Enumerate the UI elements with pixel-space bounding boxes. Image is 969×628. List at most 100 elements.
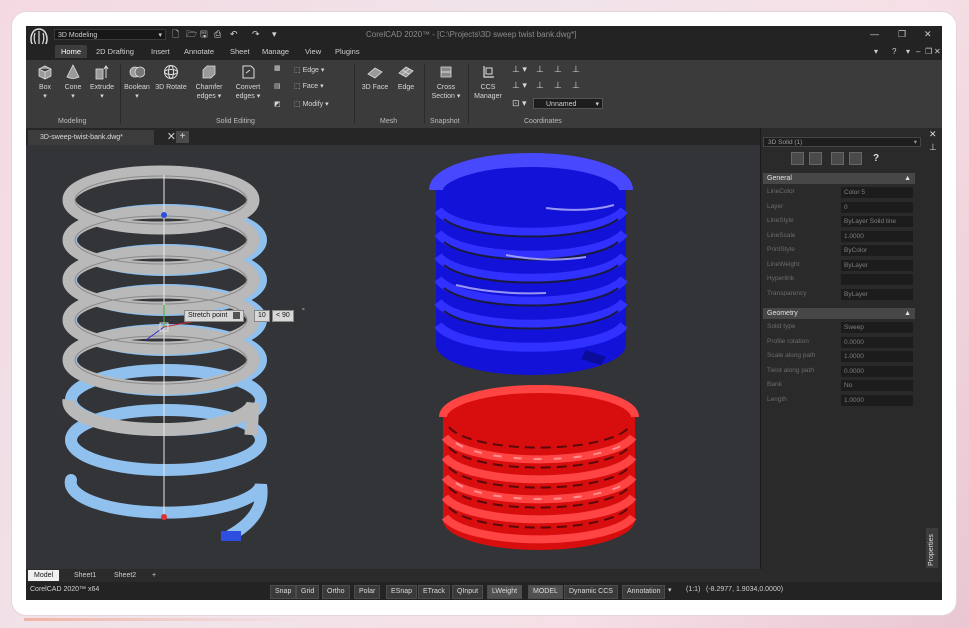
doc-minimize-icon[interactable]: – [916, 47, 920, 56]
new-file-icon[interactable]: 🗋 [172, 29, 179, 40]
top-grip[interactable] [161, 212, 167, 218]
status-toggle-qinput[interactable]: QInput [452, 585, 484, 599]
ribbon-options-icon[interactable]: ▾ [874, 47, 878, 56]
ccs-previous-icon[interactable]: ⊥ [536, 64, 544, 75]
status-toggle-ortho[interactable]: Ortho [322, 585, 350, 599]
redo-icon[interactable]: ↷ [252, 29, 260, 40]
ccs-3point-icon[interactable]: ⊥ [554, 80, 562, 91]
status-toggle-grid[interactable]: Grid [296, 585, 320, 599]
drawing-viewport[interactable]: Stretch point 10 < 90 ° [26, 145, 760, 569]
tab-view[interactable]: View [305, 47, 321, 56]
open-folder-icon[interactable]: 🗁 [186, 29, 197, 40]
property-value[interactable]: Color 5 [841, 187, 913, 198]
ccs-zaxis-icon[interactable]: ⊥ [572, 80, 580, 91]
solid-edit-small-icon-1[interactable]: ▦ [274, 64, 281, 72]
solid-edit-small-icon-3[interactable]: ◩ [274, 100, 281, 108]
solid-edit-small-icon-2[interactable]: ▤ [274, 82, 281, 90]
property-value[interactable]: ByLayer [841, 288, 913, 300]
properties-side-tab[interactable]: Properties [926, 528, 938, 568]
dynamic-input-angle[interactable]: < 90 [272, 310, 294, 322]
select-objects-button[interactable] [809, 152, 822, 165]
workspace-selector[interactable]: 3D Modeling ▾ [54, 29, 166, 40]
general-section-header[interactable]: General ▲ [763, 173, 915, 184]
property-value[interactable]: ByLayer [841, 259, 913, 271]
toggle-pickadd-button[interactable] [831, 152, 844, 165]
ccs-manager-button[interactable]: CCS Manager [472, 64, 504, 101]
3d-face-button[interactable]: 3D Face [360, 64, 390, 92]
status-toggle-dynamic-ccs[interactable]: Dynamic CCS [564, 585, 618, 599]
help-menu-icon[interactable]: ▾ [906, 47, 910, 56]
base-grip[interactable] [161, 514, 167, 520]
property-value[interactable]: 0.0000 [841, 365, 913, 377]
cross-section-button[interactable]: Cross Section ▾ [428, 64, 464, 101]
3d-rotate-button[interactable]: 3D Rotate [154, 64, 188, 92]
quick-select-button[interactable] [791, 152, 804, 165]
tab-sheet2[interactable]: Sheet2 [108, 570, 142, 581]
extrude-button[interactable]: Extrude ▾ [88, 64, 116, 101]
ccs-world-icon[interactable]: ⊥ ▾ [512, 64, 527, 75]
status-toggle-model[interactable]: MODEL [528, 585, 563, 599]
property-value[interactable]: 1.0000 [841, 394, 913, 406]
quick-access-menu-icon[interactable]: ▾ [272, 29, 277, 40]
new-tab-button[interactable]: + [176, 131, 189, 143]
print-icon[interactable]: ⎙ [214, 29, 221, 40]
help-icon[interactable]: ? [892, 47, 896, 56]
doc-restore-icon[interactable]: ❐ [925, 47, 932, 56]
edge-button[interactable]: ⬚ Edge ▾ [294, 66, 324, 74]
status-toggle-annotation[interactable]: Annotation [622, 585, 666, 599]
status-toggle-polar[interactable]: Polar [354, 585, 381, 599]
annotation-menu-icon[interactable]: ▾ [668, 586, 672, 594]
minimize-icon[interactable]: — [870, 29, 879, 39]
undo-icon[interactable]: ↶ [230, 29, 238, 40]
property-value[interactable] [841, 274, 913, 285]
convert-edges-button[interactable]: Convert edges ▾ [230, 64, 266, 101]
property-value[interactable]: No [841, 380, 913, 391]
tab-sheet[interactable]: Sheet [230, 47, 250, 56]
property-value[interactable]: 0 [841, 201, 913, 213]
add-layout-button[interactable]: + [146, 570, 162, 581]
ccs-select[interactable]: Unnamed ▾ [533, 98, 603, 109]
ccs-face-icon[interactable]: ⊥ [536, 80, 544, 91]
tab-plugins[interactable]: Plugins [335, 47, 360, 56]
save-icon[interactable]: 🖫 [200, 29, 208, 40]
dynamic-input-distance[interactable]: 10 [254, 310, 270, 322]
status-toggle-snap[interactable]: Snap [270, 585, 297, 599]
close-icon[interactable]: ✕ [924, 29, 932, 40]
options-icon[interactable] [233, 312, 241, 319]
mesh-edge-button[interactable]: Edge [394, 64, 418, 92]
ccs-object-icon[interactable]: ⊥ ▾ [512, 80, 527, 91]
tab-sheet1[interactable]: Sheet1 [68, 570, 102, 581]
property-value[interactable]: Sweep [841, 322, 913, 333]
help-icon[interactable]: ? [873, 153, 879, 164]
property-value[interactable]: 0.0000 [841, 336, 913, 348]
ccs-origin-icon[interactable]: ⊥ [554, 64, 562, 75]
filter-button[interactable] [849, 152, 862, 165]
close-panel-icon[interactable]: ✕ [929, 129, 937, 140]
document-tab[interactable]: 3D-sweep-twist-bank.dwg* ✕ [28, 130, 176, 145]
cone-button[interactable]: Cone ▾ [62, 64, 84, 101]
box-button[interactable]: Box ▾ [34, 64, 56, 101]
ccs-named-icon[interactable]: ⊡ ▾ [512, 98, 527, 109]
boolean-button[interactable]: Boolean ▾ [122, 64, 152, 101]
selection-dropdown[interactable]: 3D Solid (1) ▾ [763, 137, 921, 147]
tab-manage[interactable]: Manage [262, 47, 289, 56]
status-toggle-etrack[interactable]: ETrack [418, 585, 450, 599]
doc-close-icon[interactable]: ✕ [934, 47, 941, 56]
property-value[interactable]: 1.0000 [841, 230, 913, 242]
geometry-section-header[interactable]: Geometry ▲ [763, 308, 915, 319]
close-tab-icon[interactable]: ✕ [167, 130, 176, 145]
modify-button[interactable]: ⬚ Modify ▾ [294, 100, 329, 108]
property-value[interactable]: ByLayer Solid line [841, 216, 913, 227]
tab-home[interactable]: Home [55, 45, 88, 58]
status-toggle-esnap[interactable]: ESnap [386, 585, 418, 599]
pin-panel-icon[interactable]: ⊥ [929, 142, 937, 153]
property-value[interactable]: 1.0000 [841, 351, 913, 362]
tab-2d-drafting[interactable]: 2D Drafting [96, 47, 134, 56]
tab-model[interactable]: Model [28, 570, 60, 581]
tab-annotate[interactable]: Annotate [184, 47, 214, 56]
ccs-view-icon[interactable]: ⊥ [572, 64, 580, 75]
helix-end-grips[interactable] [221, 531, 241, 541]
property-value[interactable]: ByColor [841, 245, 913, 256]
tab-insert[interactable]: Insert [151, 47, 170, 56]
face-button[interactable]: ⬚ Face ▾ [294, 82, 324, 90]
